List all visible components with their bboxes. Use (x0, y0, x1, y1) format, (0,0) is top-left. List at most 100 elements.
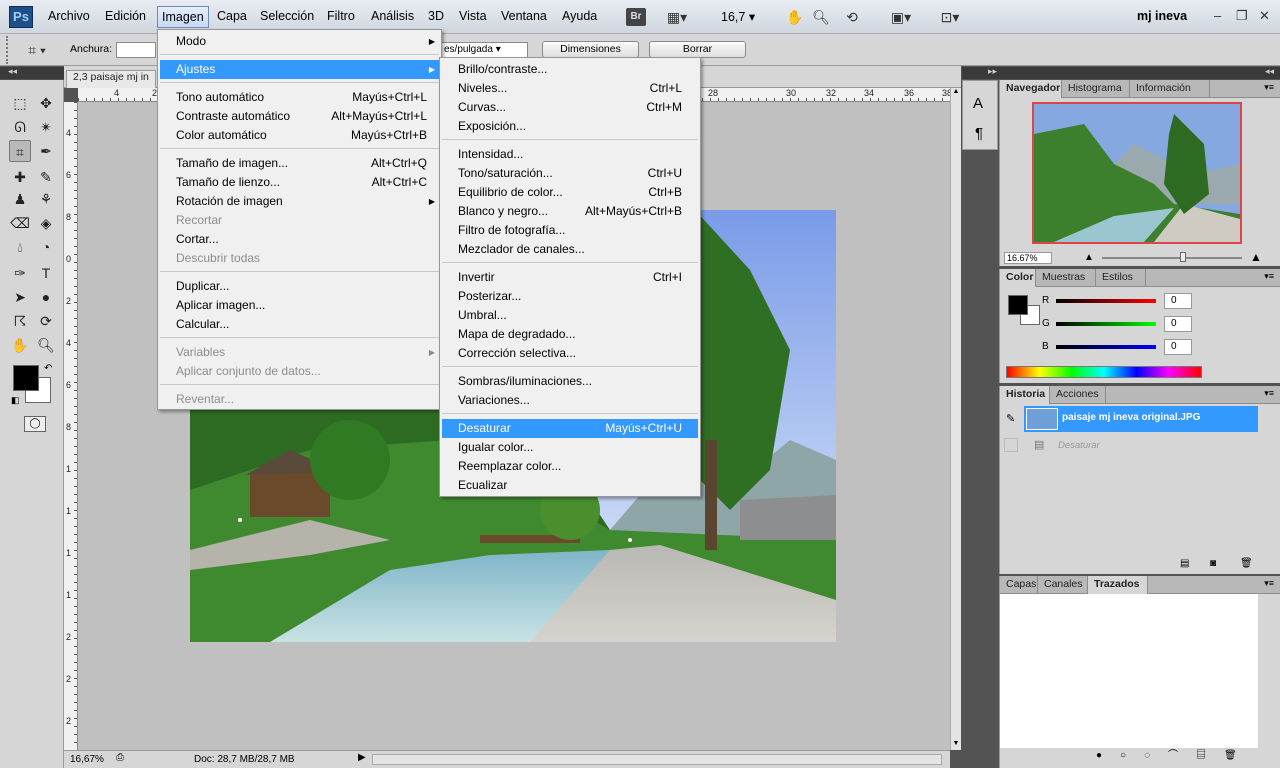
3d-rotate-tool-icon[interactable]: ☈ (9, 310, 31, 332)
menu-item-mezclador-de-canales[interactable]: Mezclador de canales... (442, 240, 698, 259)
dodge-tool-icon[interactable]: ◔ (35, 236, 57, 258)
menu-item-tono-automático[interactable]: Tono automático Mayús+Ctrl+L (160, 88, 439, 107)
panel-tab-historia[interactable]: Historia (1000, 386, 1050, 404)
healing-brush-tool-icon[interactable]: ✚ (9, 166, 31, 188)
menu-vista[interactable]: Vista (457, 9, 489, 23)
g-input[interactable]: 0 (1164, 316, 1192, 332)
delete-button[interactable]: Borrar (649, 41, 746, 58)
restore-icon[interactable]: ❐ (1236, 8, 1248, 24)
paths-footer-icons[interactable]: ●○◌⌒▤🗑︎ (1096, 746, 1255, 761)
menu-item-curvas[interactable]: Curvas... Ctrl+M (442, 98, 698, 117)
vertical-scrollbar[interactable]: ▲ ▼ (950, 88, 961, 750)
g-slider[interactable] (1056, 322, 1156, 326)
status-zoom[interactable]: 16,67% (70, 754, 104, 765)
navigator-zoom-slider[interactable] (1102, 257, 1242, 259)
panel-tab-muestras[interactable]: Muestras (1036, 269, 1096, 287)
menu-item-rotación-de-imagen[interactable]: Rotación de imagen ▶ (160, 192, 439, 211)
menu-item-sombras-iluminaciones[interactable]: Sombras/iluminaciones... (442, 372, 698, 391)
r-input[interactable]: 0 (1164, 293, 1192, 309)
menu-item-posterizar[interactable]: Posterizar... (442, 287, 698, 306)
zoom-tool-icon[interactable]: 🔍︎ (35, 334, 57, 356)
move-tool-icon[interactable]: ✥ (35, 92, 57, 114)
resolution-unit-select[interactable]: es/pulgada ▾ (440, 42, 528, 58)
menu-item-variaciones[interactable]: Variaciones... (442, 391, 698, 410)
scroll-up-icon[interactable]: ▲ (951, 88, 961, 98)
menu-item-tamaño-de-lienzo[interactable]: Tamaño de lienzo... Alt+Ctrl+C (160, 173, 439, 192)
history-trash-icon[interactable]: 🗑︎ (1240, 558, 1253, 569)
menu-item-modo[interactable]: Modo ▶ (160, 32, 439, 51)
panel-menu-icon[interactable]: ▾≡ (1264, 388, 1274, 399)
default-colors-icon[interactable]: ◧ (11, 395, 20, 406)
navigator-thumbnail[interactable] (1032, 102, 1242, 244)
close-icon[interactable]: ✕ (1259, 8, 1270, 24)
menu-item-blanco-y-negro[interactable]: Blanco y negro... Alt+Mayús+Ctrl+B (442, 202, 698, 221)
foreground-color-swatch[interactable] (13, 365, 39, 391)
menu-item-ecualizar[interactable]: Ecualizar (442, 476, 698, 495)
navigator-zoom-in-icon[interactable]: ▲ (1250, 250, 1262, 264)
options-grip[interactable] (6, 36, 12, 64)
menu-ventana[interactable]: Ventana (499, 9, 549, 23)
panel-tab-trazados[interactable]: Trazados (1088, 576, 1148, 594)
panel-tab-estilos[interactable]: Estilos (1096, 269, 1146, 287)
rotate-view-icon[interactable]: ⟲ (842, 8, 862, 26)
magic-wand-tool-icon[interactable]: ✴ (35, 116, 57, 138)
view-extras-icon[interactable]: ▦▾ (662, 8, 692, 26)
menu-item-niveles[interactable]: Niveles... Ctrl+L (442, 79, 698, 98)
hand-tool-icon[interactable]: ✋ (9, 334, 31, 356)
menu-item-equilibrio-de-color[interactable]: Equilibrio de color... Ctrl+B (442, 183, 698, 202)
crop-tool-preset-icon[interactable]: ⌗ ▾ (20, 41, 54, 59)
menu-archivo[interactable]: Archivo (46, 9, 92, 23)
menu-item-exposición[interactable]: Exposición... (442, 117, 698, 136)
status-menu-arrow-icon[interactable]: ▶ (358, 752, 366, 763)
lasso-tool-icon[interactable]: ᘏ (9, 116, 31, 138)
menu-item-reemplazar-color[interactable]: Reemplazar color... (442, 457, 698, 476)
ellipse-tool-icon[interactable]: ● (35, 286, 57, 308)
color-fg-swatch[interactable] (1008, 295, 1028, 315)
menu-item-color-automático[interactable]: Color automático Mayús+Ctrl+B (160, 126, 439, 145)
hand-tool-icon[interactable]: ✋ (786, 8, 804, 26)
blur-tool-icon[interactable]: 💧︎ (9, 236, 31, 258)
navigator-zoom-input[interactable]: 16.67% (1004, 252, 1052, 264)
paint-bucket-tool-icon[interactable]: ◈ (35, 212, 57, 234)
panel-menu-icon[interactable]: ▾≡ (1264, 271, 1274, 282)
zoom-level-dropdown[interactable]: 16,7 ▾ (721, 9, 755, 24)
brush-tool-icon[interactable]: ✎ (35, 166, 57, 188)
panel-tab-navegador[interactable]: Navegador (1000, 80, 1062, 98)
width-input[interactable] (116, 42, 156, 58)
crop-tool-icon[interactable]: ⌗ (9, 140, 31, 162)
swap-colors-icon[interactable]: ↶ (44, 363, 52, 374)
quick-mask-icon[interactable]: ◯ (24, 416, 46, 432)
panel-menu-icon[interactable]: ▾≡ (1264, 82, 1274, 93)
panel-tab-histograma[interactable]: Histograma (1062, 80, 1130, 98)
menu-item-brillo-contraste[interactable]: Brillo/contraste... (442, 60, 698, 79)
menu-item-desaturar[interactable]: Desaturar Mayús+Ctrl+U (442, 419, 698, 438)
eyedropper-tool-icon[interactable]: ✒ (35, 140, 57, 162)
menu-item-calcular[interactable]: Calcular... (160, 315, 439, 334)
panel-tab-color[interactable]: Color (1000, 269, 1036, 287)
status-info-icon[interactable]: ⎙ (116, 752, 124, 763)
menu-item-corrección-selectiva[interactable]: Corrección selectiva... (442, 344, 698, 363)
pen-tool-icon[interactable]: ✑ (9, 262, 31, 284)
history-brush-icon[interactable]: ✎ (1006, 412, 1015, 425)
menu-item-cortar[interactable]: Cortar... (160, 230, 439, 249)
clone-stamp-tool-icon[interactable]: ♟ (9, 188, 31, 210)
minimize-icon[interactable]: – (1214, 8, 1221, 23)
menu-item-tamaño-de-imagen[interactable]: Tamaño de imagen... Alt+Ctrl+Q (160, 154, 439, 173)
path-selection-tool-icon[interactable]: ➤ (9, 286, 31, 308)
menu-filtro[interactable]: Filtro (325, 9, 357, 23)
menu-item-aplicar-imagen[interactable]: Aplicar imagen... (160, 296, 439, 315)
color-spectrum-bar[interactable] (1006, 366, 1202, 378)
menu-item-umbral[interactable]: Umbral... (442, 306, 698, 325)
paragraph-panel-icon[interactable]: ¶ (975, 125, 983, 142)
screen-mode-icon[interactable]: ⊡▾ (932, 8, 968, 26)
menu-item-contraste-automático[interactable]: Contraste automático Alt+Mayús+Ctrl+L (160, 107, 439, 126)
b-slider[interactable] (1056, 345, 1156, 349)
b-input[interactable]: 0 (1164, 339, 1192, 355)
menu-item-ajustes[interactable]: Ajustes ▶ (160, 60, 439, 79)
history-snapshot-row[interactable]: paisaje mj ineva original.JPG (1024, 406, 1258, 432)
history-brush-tool-icon[interactable]: ⚘ (35, 188, 57, 210)
menu-item-mapa-de-degradado[interactable]: Mapa de degradado... (442, 325, 698, 344)
dimensions-button[interactable]: Dimensiones (542, 41, 639, 58)
character-panel-icon[interactable]: A (973, 95, 983, 112)
menu-edición[interactable]: Edición (103, 9, 148, 23)
